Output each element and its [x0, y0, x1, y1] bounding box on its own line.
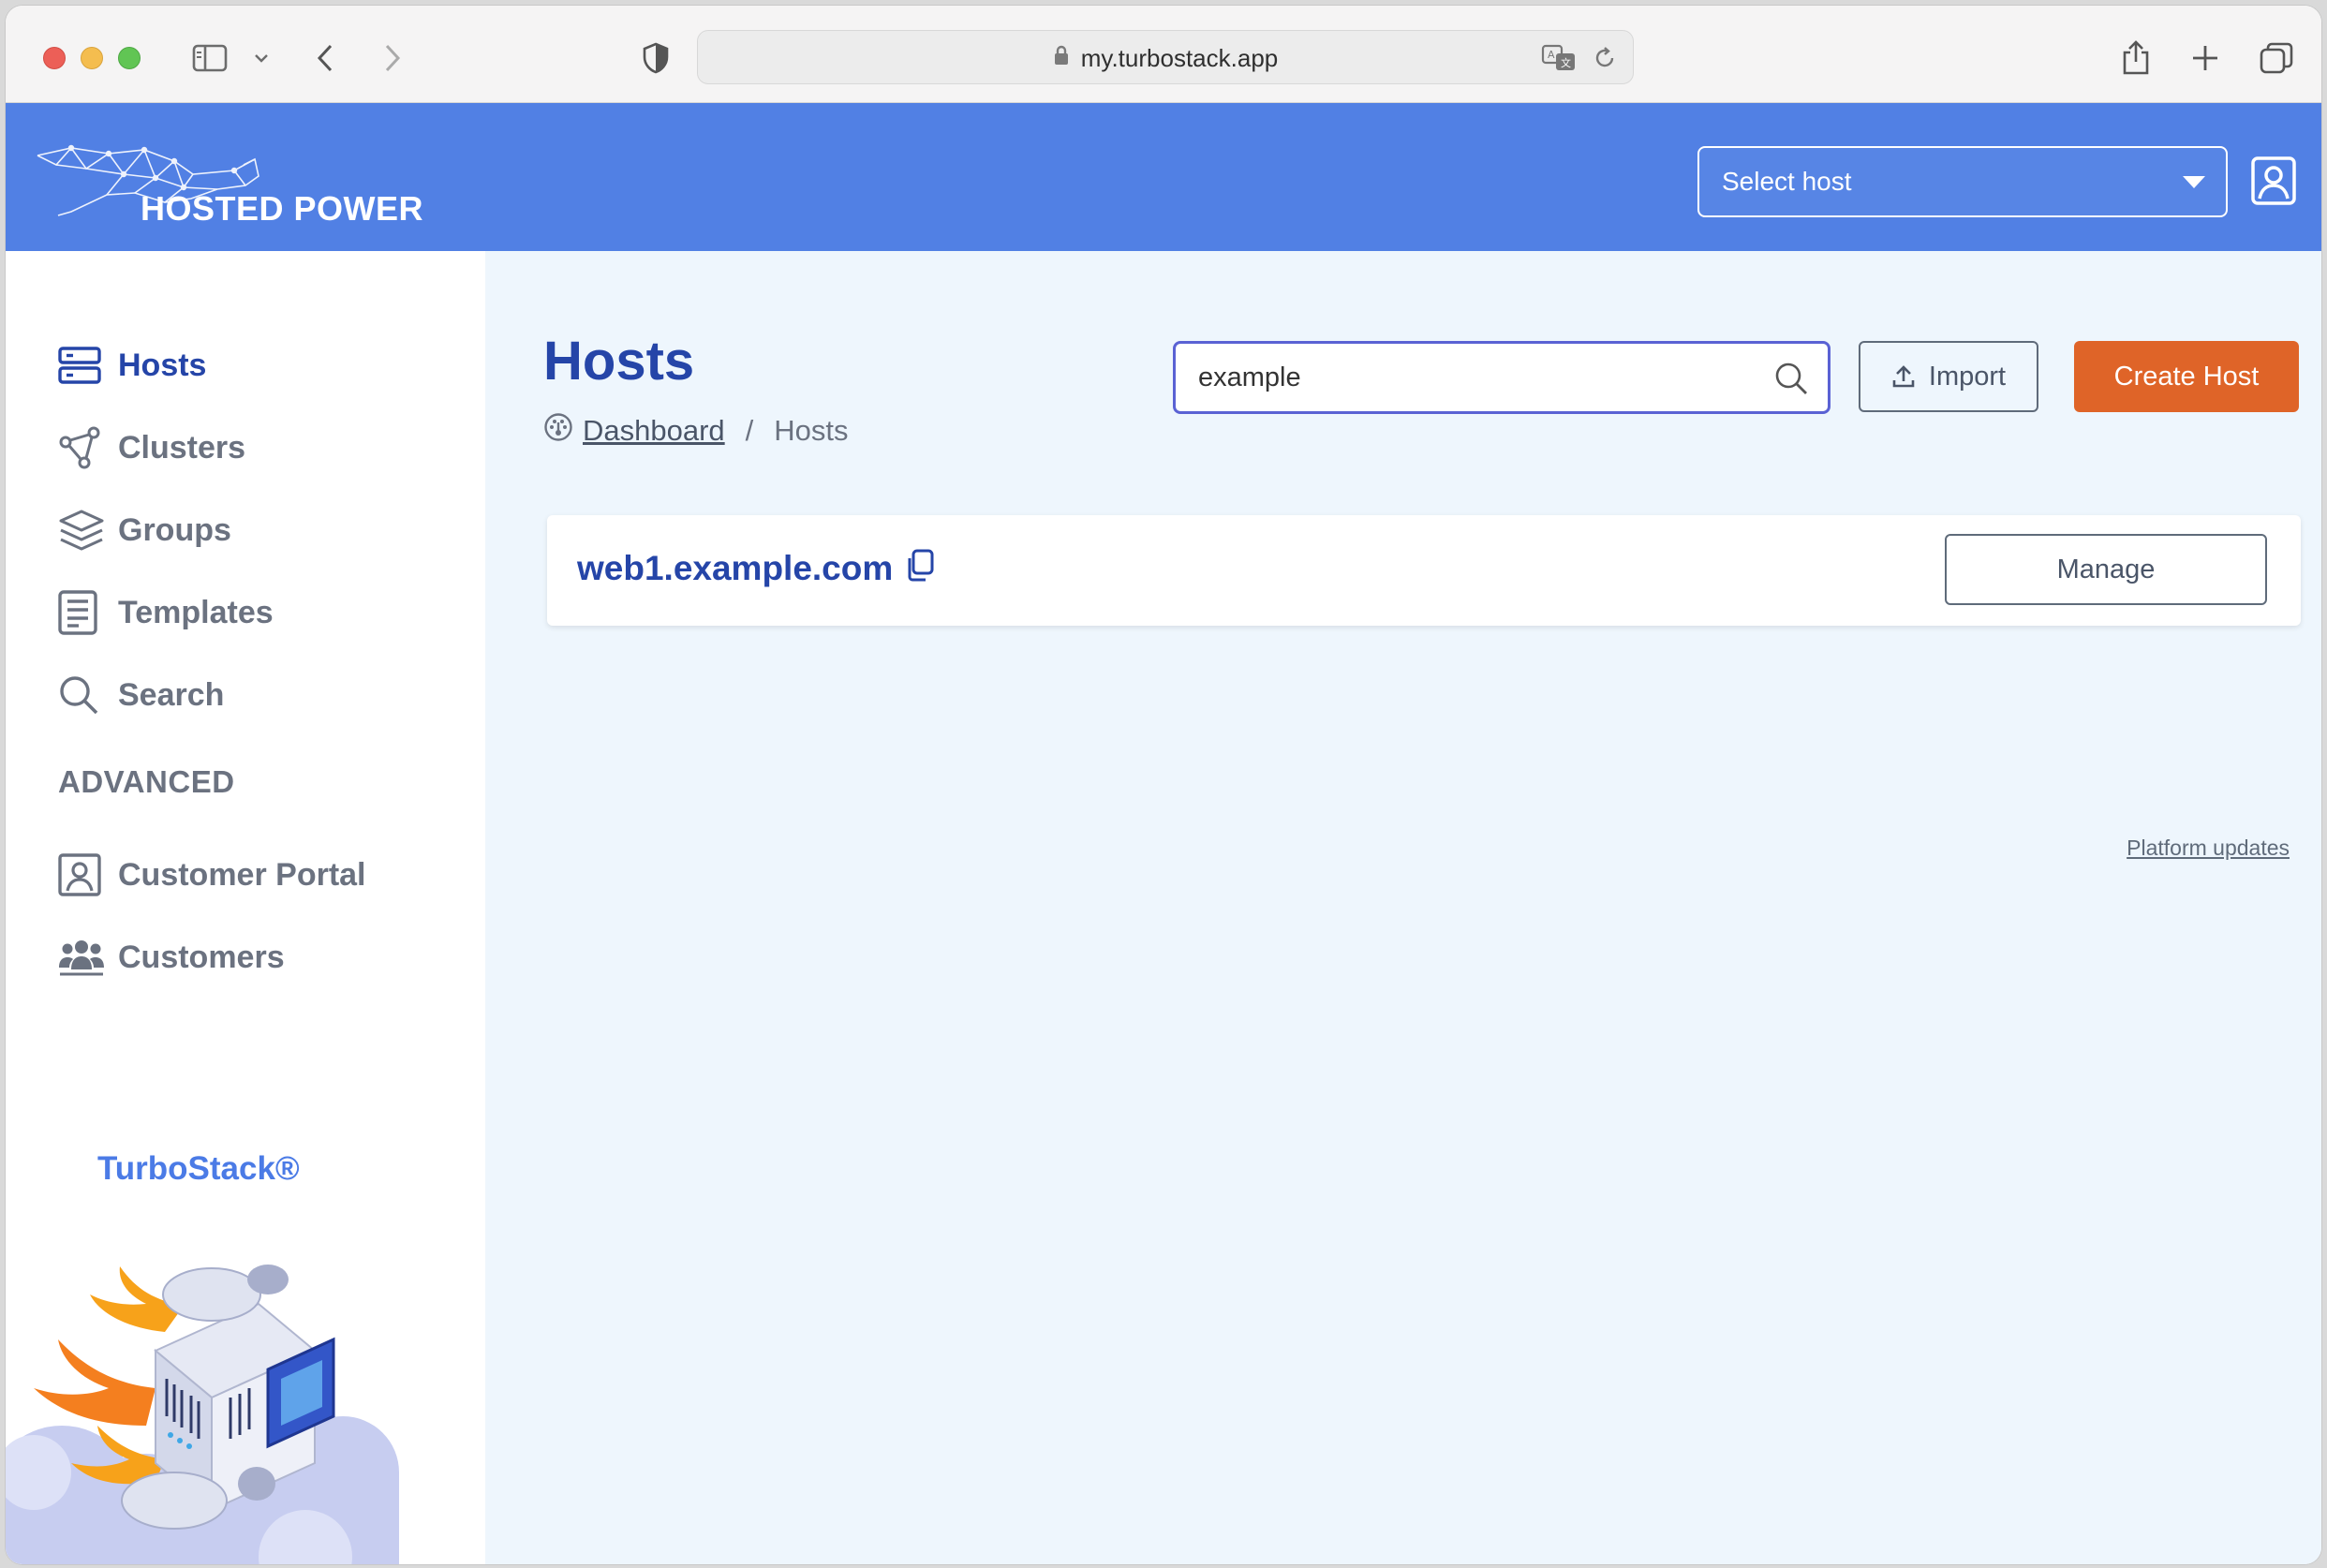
portrait-icon [58, 849, 111, 901]
rocket-server-illustration [6, 1265, 399, 1564]
sidebar-item-label: Templates [118, 594, 274, 630]
browser-toolbar: my.turbostack.app A文 [6, 6, 2321, 103]
browser-window: my.turbostack.app A文 HOSTED POWER Select… [6, 6, 2321, 1564]
template-icon [58, 586, 111, 639]
layers-icon [58, 504, 111, 556]
host-name-link[interactable]: web1.example.com [577, 549, 893, 588]
tab-overview-icon[interactable] [2258, 34, 2295, 82]
sidebar-toggle-icon[interactable] [189, 34, 230, 82]
url-text: my.turbostack.app [1080, 43, 1279, 72]
new-tab-icon[interactable] [2188, 34, 2222, 82]
platform-updates-link[interactable]: Platform updates [2127, 836, 2290, 861]
turbostack-brand: TurboStack® [97, 1150, 300, 1187]
users-icon [58, 931, 111, 984]
reload-icon[interactable] [1592, 45, 1618, 76]
sidebar-item-label: Customers [118, 939, 285, 975]
user-profile-icon[interactable] [2250, 155, 2297, 206]
sidebar-item-label: Clusters [118, 429, 246, 466]
app-header: HOSTED POWER Select host [6, 103, 2321, 251]
translate-icon[interactable]: A文 [1541, 44, 1579, 77]
address-bar[interactable]: my.turbostack.app A文 [697, 30, 1634, 84]
search-input[interactable] [1198, 344, 1760, 411]
sidebar-item-customers[interactable]: Customers [58, 929, 285, 985]
sidebar-item-label: Customer Portal [118, 856, 366, 893]
search-icon[interactable] [1773, 361, 1809, 396]
search-icon [58, 669, 111, 721]
host-select-label: Select host [1722, 167, 1852, 196]
create-host-label: Create Host [2113, 361, 2260, 392]
share-icon[interactable] [2119, 34, 2153, 82]
logo-text: HOSTED POWER [141, 189, 424, 228]
sidebar-item-search[interactable]: Search [58, 667, 224, 723]
page-title: Hosts [543, 331, 695, 392]
svg-text:文: 文 [1561, 56, 1571, 69]
main-content: Hosts Dashboard / Hosts Import Create Ho… [485, 251, 2321, 1564]
sidebar-item-templates[interactable]: Templates [58, 584, 274, 641]
manage-button[interactable]: Manage [1945, 534, 2267, 605]
sidebar: Hosts Clusters Groups Templates Search A… [6, 251, 485, 1564]
privacy-shield-icon[interactable] [639, 34, 673, 82]
sidebar-item-clusters[interactable]: Clusters [58, 420, 245, 476]
import-button-label: Import [1928, 361, 2007, 392]
cluster-icon [58, 422, 111, 474]
lock-icon [1053, 44, 1070, 73]
import-button[interactable]: Import [1859, 341, 2038, 412]
svg-text:A: A [1548, 49, 1555, 61]
back-icon[interactable] [311, 34, 339, 82]
forward-icon[interactable] [378, 34, 407, 82]
advanced-section-title: ADVANCED [58, 764, 235, 799]
manage-button-label: Manage [2056, 554, 2156, 584]
sidebar-item-customer-portal[interactable]: Customer Portal [58, 847, 366, 903]
sidebar-item-hosts[interactable]: Hosts [58, 337, 206, 393]
dashboard-icon [543, 412, 573, 450]
breadcrumb-separator: / [745, 414, 754, 447]
upload-icon [1892, 365, 1915, 388]
sidebar-item-label: Groups [118, 511, 231, 548]
create-host-button[interactable]: Create Host [2074, 341, 2299, 412]
chevron-down-icon[interactable] [251, 34, 272, 82]
sidebar-item-label: Hosts [118, 347, 207, 383]
caret-down-icon [2183, 176, 2205, 188]
hosted-power-logo[interactable]: HOSTED POWER [34, 137, 427, 230]
sidebar-item-groups[interactable]: Groups [58, 502, 231, 558]
zoom-window-button[interactable] [118, 47, 141, 69]
host-search-box [1173, 341, 1830, 414]
host-select-dropdown[interactable]: Select host [1697, 146, 2228, 217]
copy-icon[interactable] [905, 549, 939, 586]
host-row: web1.example.com Manage [547, 515, 2301, 626]
server-icon [58, 339, 111, 392]
breadcrumb: Dashboard / Hosts [543, 412, 849, 450]
minimize-window-button[interactable] [81, 47, 103, 69]
breadcrumb-dashboard-link[interactable]: Dashboard [583, 414, 725, 448]
sidebar-item-label: Search [118, 676, 225, 713]
breadcrumb-current: Hosts [774, 414, 849, 447]
close-window-button[interactable] [43, 47, 66, 69]
